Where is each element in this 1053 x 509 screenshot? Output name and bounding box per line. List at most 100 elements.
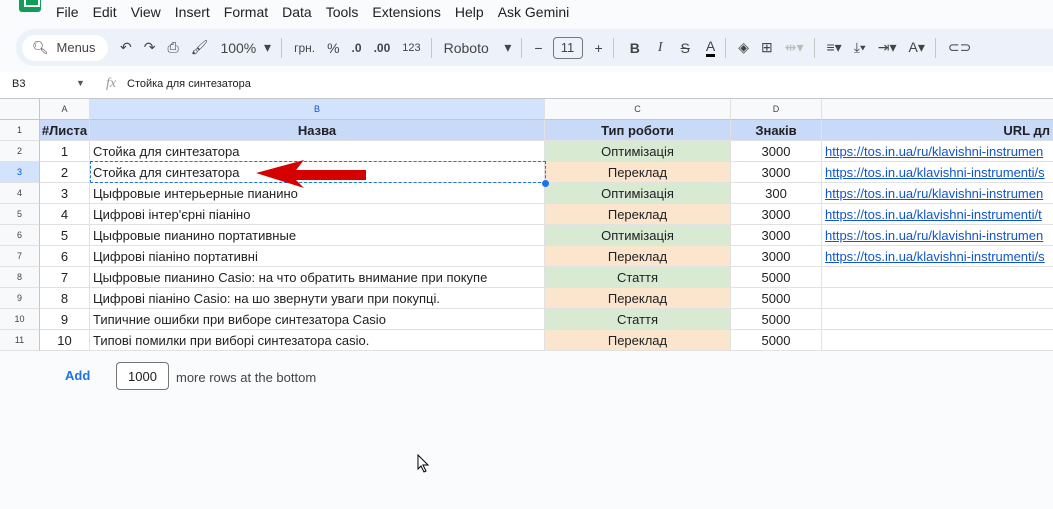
- fill-color-icon[interactable]: ◈: [738, 39, 749, 56]
- bold-icon[interactable]: B: [630, 40, 640, 56]
- borders-icon[interactable]: ⊞: [761, 39, 773, 56]
- cell-type[interactable]: Стаття: [545, 267, 731, 288]
- url-link[interactable]: https://tos.in.ua/ru/klavishni-instrumen: [825, 186, 1043, 201]
- font-select[interactable]: Roboto ▾: [444, 39, 512, 56]
- font-size-increase-icon[interactable]: +: [595, 40, 603, 56]
- cell-url[interactable]: [822, 309, 1053, 330]
- fill-handle[interactable]: [542, 180, 549, 187]
- rows-count-input[interactable]: 1000: [116, 362, 169, 390]
- header-cell[interactable]: Назва: [90, 120, 545, 141]
- row-header[interactable]: 2: [0, 141, 40, 162]
- menu-edit[interactable]: Edit: [93, 4, 117, 20]
- row-header[interactable]: 8: [0, 267, 40, 288]
- cell-type[interactable]: Переклад: [545, 246, 731, 267]
- increase-decimal-button[interactable]: .00: [374, 41, 391, 55]
- menu-help[interactable]: Help: [455, 4, 484, 20]
- cell-chars[interactable]: 3000: [731, 204, 822, 225]
- strikethrough-icon[interactable]: S: [681, 40, 690, 56]
- undo-icon[interactable]: ↶: [120, 39, 132, 56]
- url-link[interactable]: https://tos.in.ua/klavishni-instrumenti/…: [825, 249, 1045, 264]
- cell-url[interactable]: [822, 330, 1053, 351]
- row-header[interactable]: 1: [0, 120, 40, 141]
- print-icon[interactable]: ⎙: [167, 39, 178, 56]
- cell-chars[interactable]: 3000: [731, 141, 822, 162]
- cell-chars[interactable]: 3000: [731, 246, 822, 267]
- header-cell[interactable]: URL дл: [822, 120, 1053, 141]
- cell-number[interactable]: 3: [40, 183, 90, 204]
- cell-chars[interactable]: 5000: [731, 309, 822, 330]
- cell-number[interactable]: 4: [40, 204, 90, 225]
- cell-type[interactable]: Переклад: [545, 330, 731, 351]
- cell-url[interactable]: https://tos.in.ua/klavishni-instrumenti/…: [822, 204, 1053, 225]
- column-header-b[interactable]: B: [90, 99, 545, 120]
- link-icon[interactable]: ⊂⊃: [948, 39, 971, 56]
- header-cell[interactable]: #Листа: [40, 120, 90, 141]
- menu-data[interactable]: Data: [282, 4, 312, 20]
- header-cell[interactable]: Тип роботи: [545, 120, 731, 141]
- decrease-decimal-button[interactable]: .0: [352, 41, 362, 55]
- cell-number[interactable]: 10: [40, 330, 90, 351]
- cell-name[interactable]: Типичние ошибки при виборе синтезатора C…: [90, 309, 545, 330]
- cell-number[interactable]: 7: [40, 267, 90, 288]
- menu-ask-gemini[interactable]: Ask Gemini: [498, 4, 570, 20]
- cell-url[interactable]: https://tos.in.ua/klavishni-instrumenti/…: [822, 246, 1053, 267]
- cell-chars[interactable]: 5000: [731, 267, 822, 288]
- cell-type[interactable]: Переклад: [545, 162, 731, 183]
- column-header-a[interactable]: A: [40, 99, 90, 120]
- cell-number[interactable]: 5: [40, 225, 90, 246]
- cell-url[interactable]: https://tos.in.ua/klavishni-instrumenti/…: [822, 162, 1053, 183]
- url-link[interactable]: https://tos.in.ua/ru/klavishni-instrumen: [825, 228, 1043, 243]
- cell-chars[interactable]: 5000: [731, 288, 822, 309]
- column-header-c[interactable]: C: [545, 99, 731, 120]
- font-size-decrease-icon[interactable]: −: [534, 40, 542, 56]
- cell-name[interactable]: Цифрові піаніно портативні: [90, 246, 545, 267]
- more-formats-button[interactable]: 123: [402, 42, 420, 54]
- menu-tools[interactable]: Tools: [326, 4, 359, 20]
- cell-chars[interactable]: 300: [731, 183, 822, 204]
- cell-type[interactable]: Оптимізація: [545, 141, 731, 162]
- menu-format[interactable]: Format: [224, 4, 268, 20]
- text-rotation-icon[interactable]: A▾: [909, 39, 925, 56]
- currency-button[interactable]: грн.: [294, 41, 315, 55]
- cell-url[interactable]: [822, 288, 1053, 309]
- font-size-input[interactable]: 11: [552, 36, 583, 59]
- chevron-down-icon[interactable]: ▼: [76, 78, 85, 88]
- cell-name[interactable]: Цыфровые пианино Casio: на что обратить …: [90, 267, 545, 288]
- merge-cells-icon[interactable]: ⇹▾: [785, 39, 804, 56]
- row-header[interactable]: 4: [0, 183, 40, 204]
- cell-number[interactable]: 1: [40, 141, 90, 162]
- menu-file[interactable]: File: [56, 4, 79, 20]
- column-header-d[interactable]: D: [731, 99, 822, 120]
- percent-button[interactable]: %: [327, 40, 339, 56]
- cell-type[interactable]: Переклад: [545, 204, 731, 225]
- column-header-e[interactable]: [822, 99, 1053, 120]
- cell-chars[interactable]: 3000: [731, 225, 822, 246]
- cell-name[interactable]: Цыфровые пианино портативные: [90, 225, 545, 246]
- url-link[interactable]: https://tos.in.ua/klavishni-instrumenti/…: [825, 165, 1045, 180]
- row-header[interactable]: 6: [0, 225, 40, 246]
- vertical-align-icon[interactable]: ⤓▾: [854, 39, 866, 56]
- row-header[interactable]: 10: [0, 309, 40, 330]
- cell-name[interactable]: Цифрові піаніно Casio: на шо звернути ув…: [90, 288, 545, 309]
- cell-chars[interactable]: 3000: [731, 162, 822, 183]
- cell-url[interactable]: https://tos.in.ua/ru/klavishni-instrumen: [822, 183, 1053, 204]
- horizontal-align-icon[interactable]: ≡▾: [827, 39, 842, 56]
- select-all[interactable]: [0, 99, 40, 120]
- menu-insert[interactable]: Insert: [175, 4, 210, 20]
- row-header[interactable]: 11: [0, 330, 40, 351]
- cell-url[interactable]: https://tos.in.ua/ru/klavishni-instrumen: [822, 225, 1053, 246]
- zoom-select[interactable]: 100% ▾: [220, 39, 271, 56]
- sheets-logo-icon[interactable]: [19, 0, 41, 12]
- text-color-icon[interactable]: A: [705, 38, 716, 57]
- url-link[interactable]: https://tos.in.ua/klavishni-instrumenti/…: [825, 207, 1042, 222]
- cell-number[interactable]: 9: [40, 309, 90, 330]
- cell-type[interactable]: Переклад: [545, 288, 731, 309]
- row-header[interactable]: 3: [0, 162, 40, 183]
- cell-type[interactable]: Стаття: [545, 309, 731, 330]
- cell-number[interactable]: 8: [40, 288, 90, 309]
- row-header[interactable]: 5: [0, 204, 40, 225]
- cell-number[interactable]: 6: [40, 246, 90, 267]
- paint-format-icon[interactable]: 🖌︎: [191, 39, 209, 56]
- formula-input[interactable]: Стойка для синтезатора: [127, 78, 251, 90]
- cell-chars[interactable]: 5000: [731, 330, 822, 351]
